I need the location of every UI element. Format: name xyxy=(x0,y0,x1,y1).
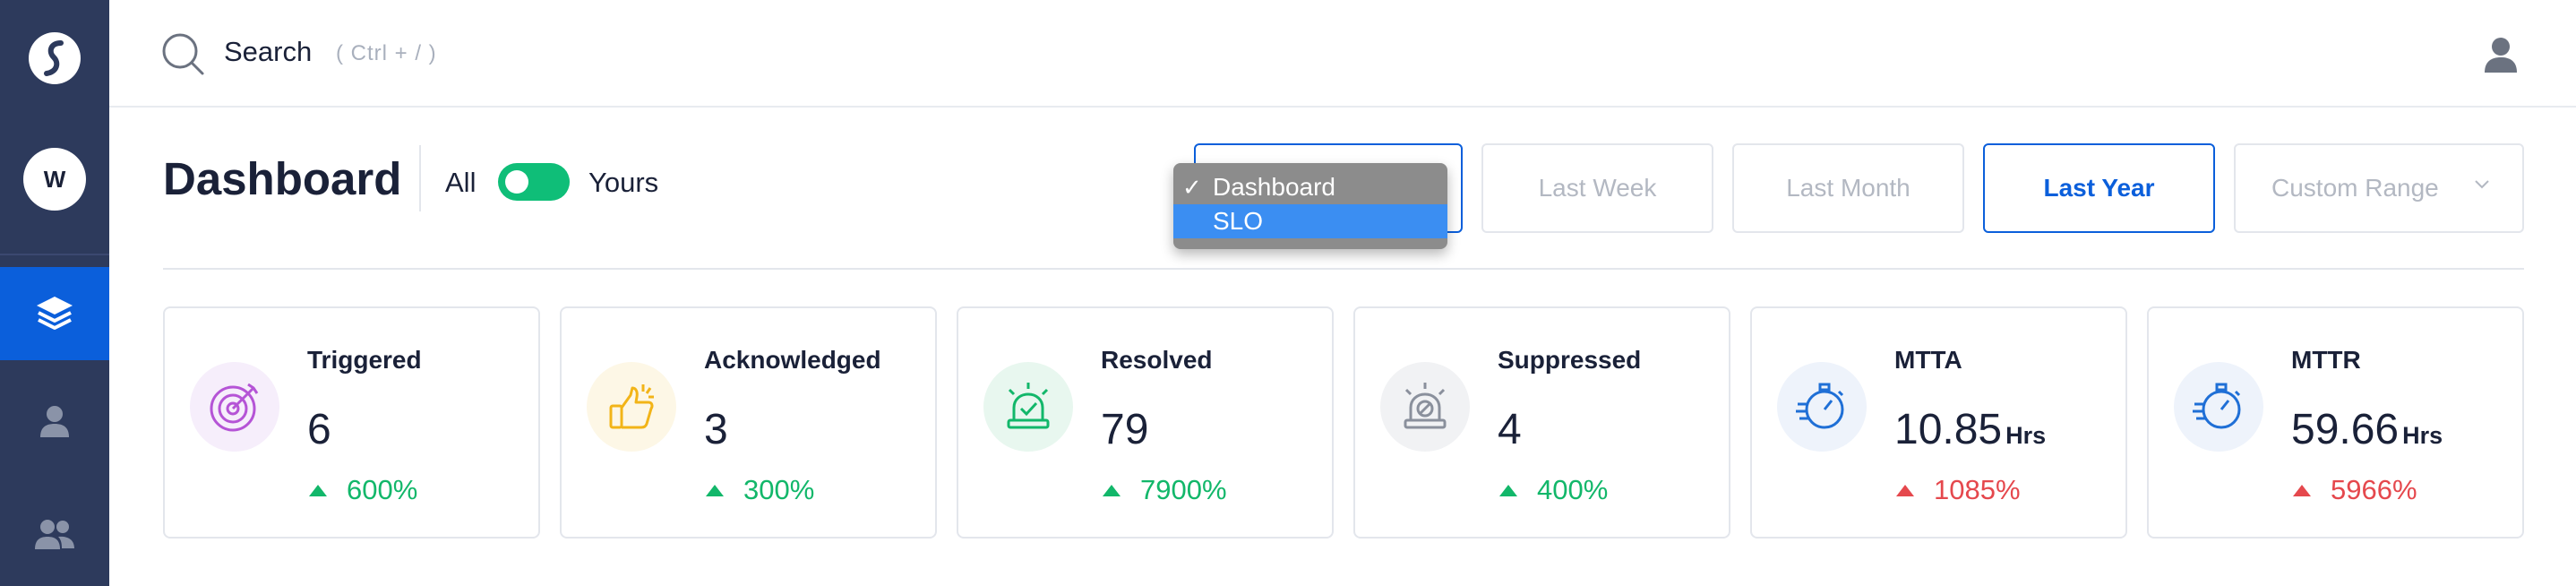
profile-icon[interactable] xyxy=(2483,36,2519,73)
metric-label: Triggered xyxy=(307,346,422,374)
search-label[interactable]: Search xyxy=(224,36,312,68)
search-icon[interactable] xyxy=(161,32,206,77)
metric-value: 6 xyxy=(307,406,331,453)
trend-up-icon xyxy=(309,484,327,496)
metric-icon-badge xyxy=(190,362,279,452)
metric-icon-badge xyxy=(1777,362,1867,452)
users-icon xyxy=(35,520,74,549)
metric-card-suppressed[interactable]: Suppressed 4 400% xyxy=(1353,306,1730,539)
range-last-month-button[interactable]: Last Month xyxy=(1732,143,1964,233)
range-custom-label: Custom Range xyxy=(2271,174,2439,202)
metric-icon-badge xyxy=(983,362,1073,452)
workspace-switcher[interactable]: W xyxy=(0,116,109,242)
metric-value: 4 xyxy=(1498,406,1522,453)
metric-card-resolved[interactable]: Resolved 79 7900% xyxy=(957,306,1334,539)
trend-up-icon xyxy=(2293,484,2311,496)
metric-change: 1085% xyxy=(1894,474,2021,506)
metric-icon-badge xyxy=(587,362,676,452)
top-bar: Search ( Ctrl + / ) xyxy=(109,0,2576,108)
search-shortcut-hint: ( Ctrl + / ) xyxy=(336,41,437,65)
metric-label: Suppressed xyxy=(1498,346,1642,374)
trend-up-icon xyxy=(1896,484,1914,496)
metric-change: 400% xyxy=(1498,474,1608,506)
metric-change: 600% xyxy=(307,474,417,506)
trend-up-icon xyxy=(1103,484,1121,496)
sidebar-item-user[interactable] xyxy=(0,385,109,457)
range-last-year-button[interactable]: Last Year xyxy=(1983,143,2215,233)
range-last-week-button[interactable]: Last Week xyxy=(1481,143,1713,233)
metric-card-triggered[interactable]: Triggered 6 600% xyxy=(163,306,540,539)
page-title: Dashboard xyxy=(163,153,402,204)
metric-card-mttr[interactable]: MTTR 59.66 Hrs 5966% xyxy=(2147,306,2524,539)
chevron-down-icon xyxy=(2475,180,2489,189)
metric-icon-badge xyxy=(2174,362,2263,452)
trend-up-icon xyxy=(1499,484,1517,496)
range-custom-select[interactable]: Custom Range xyxy=(2234,143,2524,233)
metric-change: 7900% xyxy=(1101,474,1227,506)
stopwatch-icon xyxy=(1796,383,1844,429)
metric-label: Resolved xyxy=(1101,346,1213,374)
metric-value: 79 xyxy=(1101,406,1149,453)
toggle-label-all: All xyxy=(445,167,477,198)
all-yours-toggle[interactable] xyxy=(498,163,570,201)
metric-change: 5966% xyxy=(2291,474,2417,506)
sidebar-divider xyxy=(0,254,109,255)
layers-icon xyxy=(37,297,73,330)
metric-value: 59.66 Hrs xyxy=(2291,406,2443,453)
trend-up-icon xyxy=(706,484,724,496)
siren-check-icon xyxy=(1007,383,1050,429)
metric-value: 3 xyxy=(704,406,728,453)
metric-card-acknowledged[interactable]: Acknowledged 3 300% xyxy=(560,306,937,539)
title-separator xyxy=(419,145,421,211)
dashboard-select-dropdown: ✓ Dashboard SLO xyxy=(1173,163,1447,249)
dropdown-option-label: Dashboard xyxy=(1213,173,1335,201)
content-divider xyxy=(163,268,2524,270)
siren-blocked-icon xyxy=(1404,383,1447,429)
stopwatch-icon xyxy=(2193,383,2241,429)
checkmark-icon: ✓ xyxy=(1182,174,1202,201)
brand-logo[interactable] xyxy=(0,0,109,116)
metric-value: 10.85 Hrs xyxy=(1894,406,2047,453)
metric-card-mtta[interactable]: MTTA 10.85 Hrs 1085% xyxy=(1750,306,2127,539)
target-icon xyxy=(210,383,259,432)
user-icon xyxy=(40,406,69,437)
metric-icon-badge xyxy=(1380,362,1470,452)
metric-label: MTTA xyxy=(1894,346,1962,374)
sidebar: W xyxy=(0,0,109,586)
workspace-avatar: W xyxy=(23,148,86,211)
brand-logo-icon xyxy=(29,32,81,84)
dropdown-option-slo[interactable]: SLO xyxy=(1173,204,1447,238)
metric-label: MTTR xyxy=(2291,346,2361,374)
toggle-label-yours: Yours xyxy=(588,167,659,198)
sidebar-item-teams[interactable] xyxy=(0,498,109,570)
toggle-knob xyxy=(505,170,528,194)
metric-change: 300% xyxy=(704,474,814,506)
dropdown-option-dashboard[interactable]: ✓ Dashboard xyxy=(1173,170,1447,204)
dropdown-option-label: SLO xyxy=(1213,207,1264,235)
metric-label: Acknowledged xyxy=(704,346,881,374)
sidebar-item-services[interactable] xyxy=(0,267,109,360)
thumbs-up-icon xyxy=(609,384,654,429)
